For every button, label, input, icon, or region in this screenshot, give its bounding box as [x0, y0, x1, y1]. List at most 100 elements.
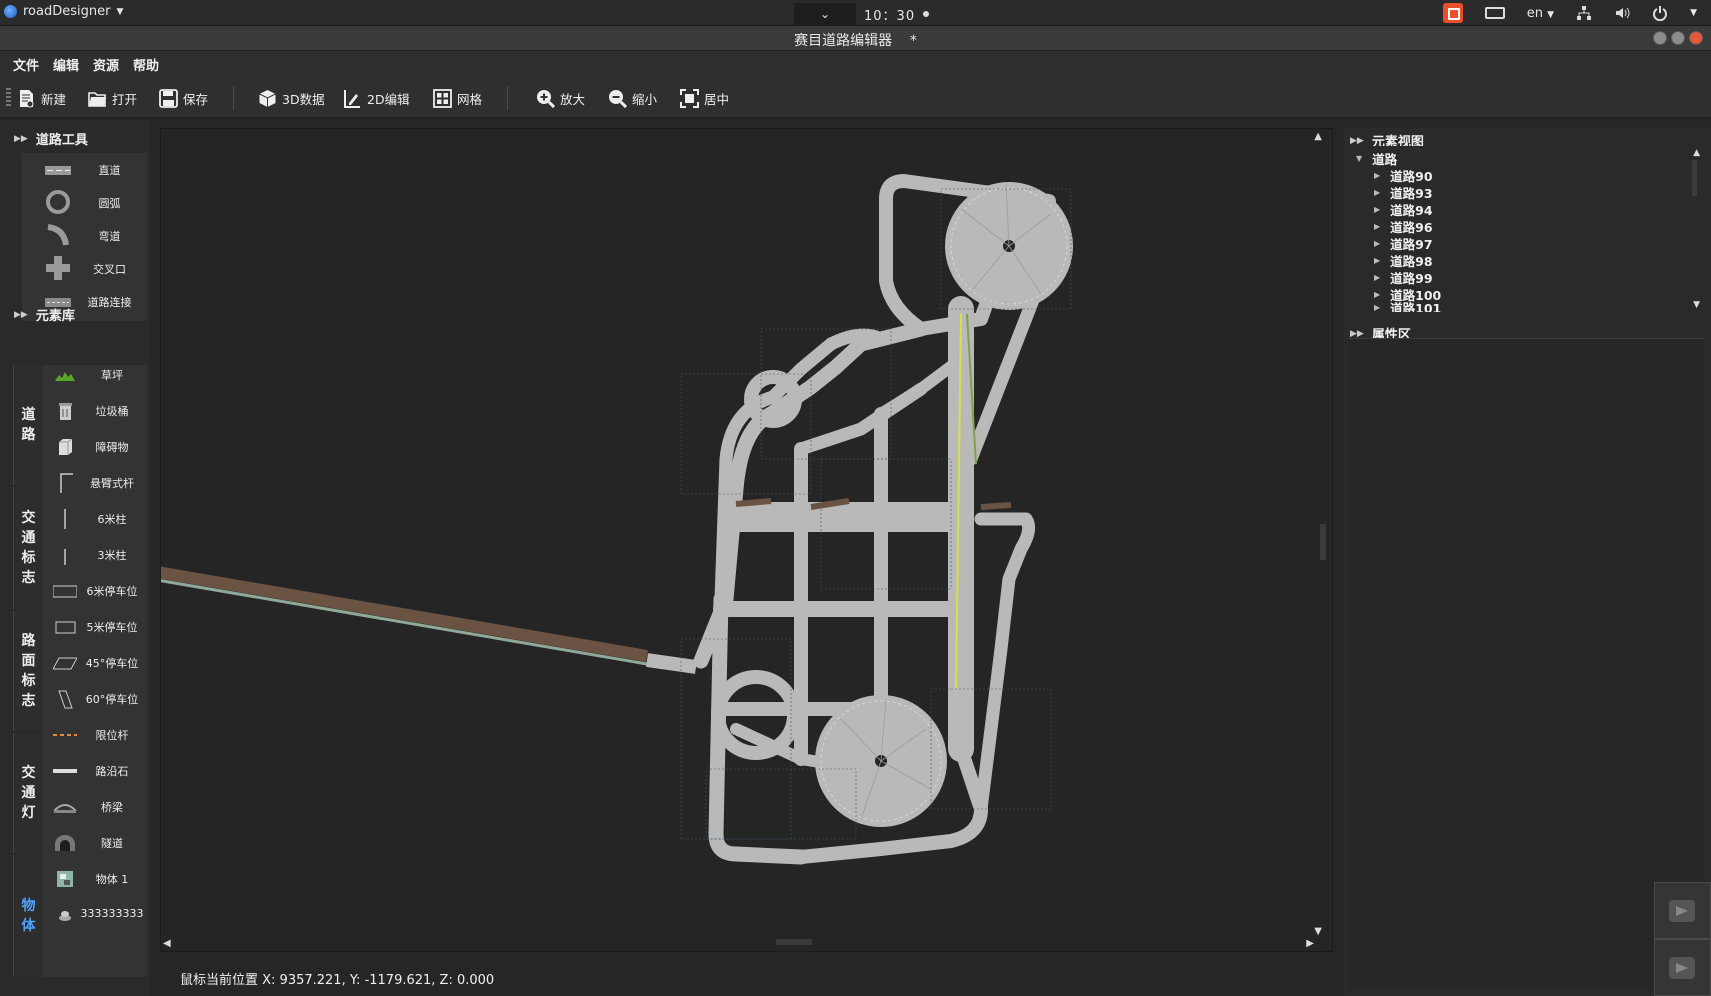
lib-item-label: 45°停车位 [85, 657, 139, 670]
menu-resources[interactable]: 资源 [93, 55, 119, 74]
power-menu-arrow-icon[interactable]: ▼ [1690, 8, 1697, 18]
horizontal-scrollbar-handle[interactable] [776, 939, 812, 945]
incoming-road[interactable] [161, 566, 697, 674]
folder-open-icon [88, 91, 106, 107]
tool-straight-label: 直道 [98, 163, 121, 177]
app-menu[interactable]: roadDesigner ▼ [4, 4, 123, 19]
lib-item-333333333[interactable]: 333333333 [43, 897, 147, 933]
attributes-panel[interactable] [1348, 338, 1704, 990]
lib-item-60-parking[interactable]: 60°停车位 [43, 681, 147, 717]
tab-traffic-lights[interactable]: 交 通 灯 [13, 733, 43, 853]
toolbar-separator [233, 86, 234, 110]
close-button[interactable] [1689, 31, 1703, 45]
tool-curve[interactable]: 弯道 [22, 219, 147, 252]
grid-label: 网格 [457, 91, 483, 107]
2d-edit-button[interactable]: 2D编辑 [343, 86, 410, 110]
keyboard-icon[interactable] [1484, 7, 1505, 19]
tab-road-label: 道 路 [21, 407, 36, 443]
tool-curve-label: 弯道 [98, 229, 121, 243]
collapse-arrow-icon: ▶▶ [1350, 135, 1364, 146]
lib-item-6m-parking[interactable]: 6米停车位 [43, 573, 147, 609]
tab-objects-label: 物 体 [21, 898, 36, 934]
menu-edit[interactable]: 编辑 [53, 55, 79, 74]
lib-item-cantilever-pole[interactable]: 悬臂式杆 [43, 465, 147, 501]
2d-edit-label: 2D编辑 [367, 91, 410, 107]
workspace-dropdown[interactable]: ⌄ [794, 3, 856, 25]
network-icon[interactable] [1576, 5, 1592, 21]
notification-dot-icon [923, 11, 930, 17]
road-tools-header[interactable]: ▶▶ 道路工具 [14, 129, 88, 148]
tab-traffic-signs[interactable]: 交 通 标 志 [13, 487, 43, 609]
lib-item-limit-bar[interactable]: 限位杆 [43, 717, 147, 753]
tree-item-label: 道路101 [1390, 302, 1442, 312]
center-label: 居中 [704, 91, 730, 107]
clock[interactable]: 10：30 [864, 5, 915, 24]
lib-item-3m-pole[interactable]: 3米柱 [43, 537, 147, 573]
grass-icon [55, 372, 75, 381]
lib-item-bridge[interactable]: 桥梁 [43, 789, 147, 825]
maximize-button[interactable] [1671, 31, 1685, 45]
power-icon[interactable] [1652, 5, 1668, 21]
tab-road-markings[interactable]: 路 面 标 志 [13, 611, 43, 731]
lib-item-label: 路沿石 [95, 765, 129, 778]
element-library-header[interactable]: ▶▶ 元素库 [14, 305, 75, 324]
straight-road-icon [45, 166, 71, 175]
tree-scroll-down-icon[interactable]: ▼ [1693, 300, 1700, 310]
tool-straight[interactable]: 直道 [22, 153, 147, 186]
app-name: roadDesigner [23, 4, 111, 19]
toolbar-grip[interactable] [6, 88, 11, 106]
language-arrow-icon: ▼ [1547, 9, 1555, 20]
lib-item-curb[interactable]: 路沿石 [43, 753, 147, 789]
minimize-button[interactable] [1653, 31, 1667, 45]
menu-help[interactable]: 帮助 [133, 55, 159, 74]
zoom-out-button[interactable]: 缩小 [608, 86, 657, 110]
tree-item[interactable]: ▶ 道路101 [1374, 302, 1441, 312]
scroll-down-arrow-icon[interactable]: ▼ [1314, 926, 1322, 937]
lib-item-6m-pole[interactable]: 6米柱 [43, 501, 147, 537]
tab-objects[interactable]: 物 体 [13, 855, 43, 977]
lib-item-obstacle[interactable]: 障碍物 [43, 429, 147, 465]
bottom-roundabout[interactable] [815, 695, 947, 827]
scroll-up-arrow-icon[interactable]: ▲ [1314, 131, 1322, 142]
3d-data-button[interactable]: 3D数据 [258, 86, 325, 110]
center-icon [680, 88, 699, 108]
collapse-arrow-icon: ▶▶ [14, 309, 28, 320]
lib-item-label: 6米柱 [97, 513, 127, 526]
volume-icon[interactable] [1614, 5, 1630, 21]
zoom-in-button[interactable]: 放大 [536, 86, 585, 110]
center-button[interactable]: 居中 [680, 86, 729, 110]
tray-app-icon[interactable] [1442, 3, 1463, 23]
top-roundabout[interactable] [945, 182, 1073, 310]
tree-scrollbar-handle[interactable] [1692, 160, 1697, 196]
lib-item-object-1[interactable]: 物体 1 [43, 861, 147, 897]
road-network-map[interactable] [161, 129, 1332, 951]
zoom-out-icon [609, 89, 627, 108]
floating-panel-2[interactable] [1654, 939, 1711, 996]
road-editor-canvas[interactable]: ▲ ▼ ◀ ▶ [160, 128, 1333, 952]
new-button[interactable]: 新建 [17, 86, 66, 110]
tree-scroll-up-icon[interactable]: ▲ [1693, 148, 1700, 158]
right-dock: ▶▶ 元素视图 ▼ 道路 ▶ 道路90 ▶ 道路93 ▶ 道路94 ▶ 道路96 ▶ 道路… [1344, 128, 1711, 996]
menu-file[interactable]: 文件 [13, 55, 39, 74]
lib-item-trash-bin[interactable]: 垃圾桶 [43, 393, 147, 429]
language-indicator[interactable]: en ▼ [1527, 6, 1554, 21]
open-button[interactable]: 打开 [88, 86, 137, 110]
lib-item-5m-parking[interactable]: 5米停车位 [43, 609, 147, 645]
road-tools-panel: 直道 圆弧 弯道 交叉口 道路连接 [22, 153, 147, 321]
tool-arc[interactable]: 圆弧 [22, 186, 147, 219]
lib-item-grass[interactable]: 草坪 [43, 365, 147, 393]
grid-button[interactable]: 网格 [433, 86, 482, 110]
floating-panel-1[interactable] [1654, 882, 1711, 939]
save-button[interactable]: 保存 [159, 86, 208, 110]
cube-icon [259, 89, 276, 107]
vertical-scrollbar-handle[interactable] [1320, 524, 1326, 560]
lib-item-45-parking[interactable]: 45°停车位 [43, 645, 147, 681]
tool-junction[interactable]: 交叉口 [22, 252, 147, 285]
window-title: 赛目道路编辑器 * [794, 33, 917, 49]
element-library-title: 元素库 [35, 309, 75, 324]
lib-item-tunnel[interactable]: 隧道 [43, 825, 147, 861]
tab-road[interactable]: 道 路 [13, 365, 43, 485]
scroll-left-arrow-icon[interactable]: ◀ [163, 938, 171, 949]
scroll-right-arrow-icon[interactable]: ▶ [1306, 938, 1314, 949]
3d-data-label: 3D数据 [282, 91, 325, 107]
